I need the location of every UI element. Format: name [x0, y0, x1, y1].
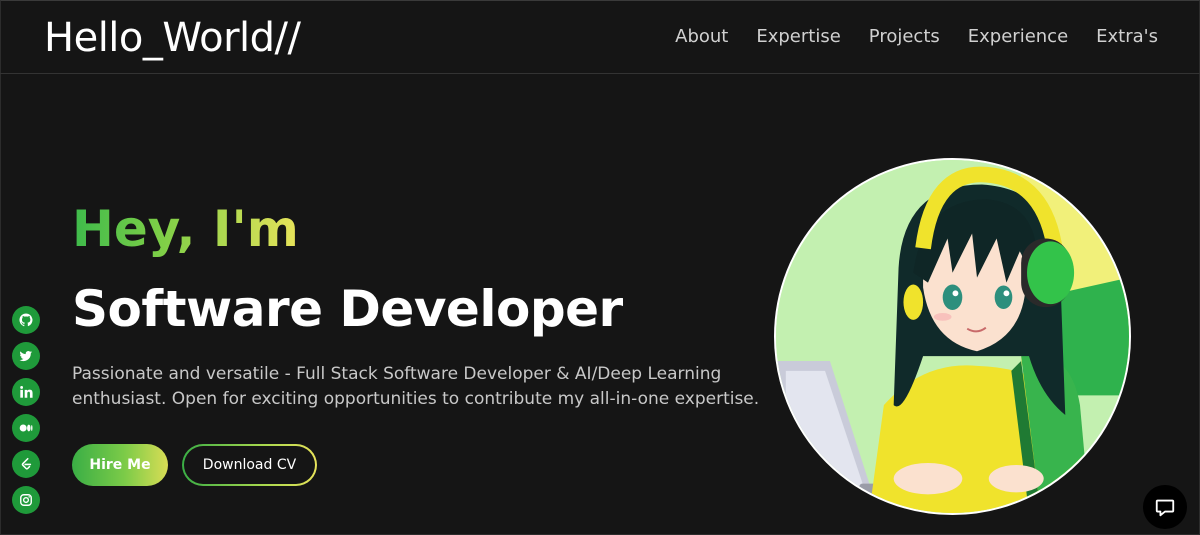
- download-cv-button[interactable]: Download CV: [182, 444, 317, 486]
- linkedin-icon[interactable]: [12, 378, 40, 406]
- leetcode-icon[interactable]: [12, 450, 40, 478]
- nav-experience[interactable]: Experience: [968, 24, 1068, 50]
- hero-role: Software Developer: [72, 280, 623, 338]
- profile-avatar: [774, 158, 1131, 515]
- chat-bubble-icon: [1155, 499, 1175, 517]
- nav-projects[interactable]: Projects: [869, 24, 940, 50]
- social-links: [12, 306, 40, 514]
- chat-button[interactable]: [1143, 485, 1187, 529]
- avatar-illustration: [776, 160, 1129, 513]
- site-logo[interactable]: Hello_World//: [44, 14, 301, 62]
- download-cv-label: Download CV: [184, 446, 315, 484]
- nav-expertise[interactable]: Expertise: [756, 24, 840, 50]
- nav-about[interactable]: About: [675, 24, 728, 50]
- nav-extras[interactable]: Extra's: [1096, 24, 1158, 50]
- main-nav: About Expertise Projects Experience Extr…: [675, 24, 1158, 50]
- twitter-icon[interactable]: [12, 342, 40, 370]
- hire-me-button[interactable]: Hire Me: [72, 444, 168, 486]
- github-icon[interactable]: [12, 306, 40, 334]
- instagram-icon[interactable]: [12, 486, 40, 514]
- medium-icon[interactable]: [12, 414, 40, 442]
- site-header: Hello_World// About Expertise Projects E…: [0, 0, 1200, 74]
- hero-description: Passionate and versatile - Full Stack So…: [72, 364, 760, 409]
- hero-greeting: Hey, I'm: [72, 196, 299, 262]
